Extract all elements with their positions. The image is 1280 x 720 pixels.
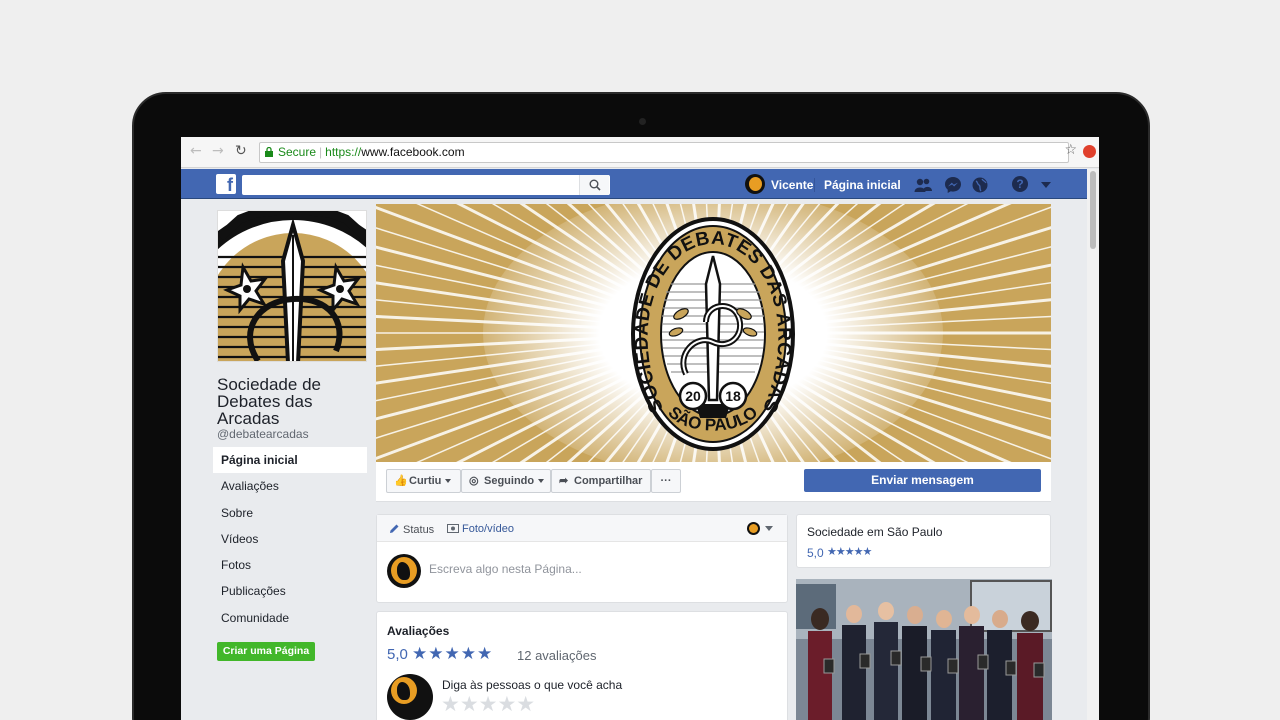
camera [639, 118, 646, 125]
rss-icon: ◎ [469, 475, 479, 487]
page-avatar [387, 554, 421, 588]
thumbs-up-icon: 👍 [394, 475, 408, 487]
cover-emblem-image: 20 18 SOCIEDADE DE DEBATES DAS ARCADAS S… [376, 204, 1051, 462]
location-card: Sociedade em São Paulo 5,0 ★★★★★ [796, 514, 1051, 568]
pencil-icon [390, 524, 399, 533]
search-button[interactable] [579, 175, 609, 195]
rating-stars-input[interactable]: ★★★★★ [441, 692, 535, 716]
cover-photo[interactable]: 20 18 SOCIEDADE DE DEBATES DAS ARCADAS S… [376, 204, 1051, 462]
like-button[interactable]: 👍 Curtiu [386, 469, 461, 493]
url-scheme: https:// [325, 145, 362, 159]
search-input[interactable] [242, 175, 610, 195]
like-label: Curtiu [409, 475, 442, 487]
profile-emblem-image [218, 211, 366, 361]
emblem-year-right: 18 [725, 388, 741, 404]
chevron-down-icon [445, 479, 452, 484]
share-button[interactable]: ➦ Compartilhar [551, 469, 651, 493]
follow-label: Seguindo [484, 475, 535, 487]
nav-item-community[interactable]: Comunidade [213, 605, 367, 631]
account-menu-caret-icon[interactable] [1041, 182, 1051, 188]
help-icon[interactable]: ? [1012, 176, 1028, 192]
extension-icon[interactable] [1083, 145, 1096, 158]
messenger-icon[interactable] [944, 176, 962, 194]
create-page-button[interactable]: Criar uma Página [217, 642, 315, 661]
nav-item-reviews[interactable]: Avaliações [213, 473, 367, 499]
send-message-button[interactable]: Enviar mensagem [804, 469, 1041, 492]
notifications-globe-icon[interactable] [971, 176, 989, 194]
reviewer-avatar [387, 674, 433, 720]
nav-item-home[interactable]: Página inicial [213, 447, 367, 474]
page-scrollbar[interactable] [1087, 169, 1099, 720]
url-host: www.facebook.com [361, 145, 465, 159]
page-nav: Página inicial Avaliações Sobre Vídeos F… [213, 447, 367, 631]
group-photo-image [796, 579, 1052, 720]
location-score: 5,0 [807, 546, 824, 560]
profile-picture[interactable] [217, 210, 367, 362]
facebook-logo-icon[interactable]: f [216, 174, 236, 195]
facebook-header: f Vicente Página inicial ? [181, 169, 1087, 199]
secure-label: Secure [278, 145, 317, 159]
review-prompt: Diga às pessoas o que você acha [442, 678, 623, 692]
nav-item-photos[interactable]: Fotos [213, 552, 367, 578]
chevron-down-icon[interactable] [765, 526, 773, 531]
tab-status-label: Status [403, 524, 435, 536]
user-name-link[interactable]: Vicente [771, 178, 813, 192]
follow-button[interactable]: ◎ Seguindo [461, 469, 551, 493]
browser-toolbar: ← → ↻ Secure | https://www.facebook.com ☆ [181, 137, 1099, 168]
location-stars-icon: ★★★★★ [827, 545, 872, 558]
nav-item-about[interactable]: Sobre [213, 500, 367, 526]
chevron-down-icon [538, 479, 545, 484]
composer-input[interactable]: Escreva algo nesta Página... [429, 562, 582, 576]
search-icon [589, 179, 601, 191]
scrollbar-thumb[interactable] [1090, 171, 1096, 249]
browser-window: ← → ↻ Secure | https://www.facebook.com ☆ … [181, 137, 1099, 720]
home-link[interactable]: Página inicial [824, 178, 901, 192]
reviews-card: Avaliações 5,0 ★★★★★ 12 avaliações Diga … [376, 611, 788, 720]
composer-tabs: Status Foto/vídeo [377, 515, 787, 542]
tab-photo-label: Foto/vídeo [462, 523, 514, 535]
user-avatar[interactable] [745, 174, 765, 194]
forward-icon[interactable]: → [212, 143, 224, 159]
post-as-avatar[interactable] [747, 522, 760, 535]
lock-icon [265, 147, 273, 157]
header-divider [814, 178, 815, 192]
reviews-count-link[interactable]: 12 avaliações [517, 648, 597, 663]
emblem-year-left: 20 [685, 388, 701, 404]
post-composer: Status Foto/vídeo Escreva algo nesta Pág… [376, 514, 788, 603]
more-button[interactable]: ··· [651, 469, 681, 493]
page-actions-bar: 👍 Curtiu ◎ Seguindo ➦ Compartilhar ··· Envi… [376, 462, 1051, 502]
nav-item-posts[interactable]: Publicações [213, 578, 367, 604]
back-icon[interactable]: ← [190, 143, 202, 159]
reviews-stars-icon: ★★★★★ [412, 644, 494, 664]
tab-status[interactable]: Status [389, 523, 434, 536]
share-label: Compartilhar [574, 475, 643, 487]
reload-icon[interactable]: ↻ [235, 143, 247, 159]
address-bar[interactable]: Secure | https://www.facebook.com [259, 142, 1069, 163]
page-title[interactable]: Sociedade de Debates das Arcadas [217, 376, 367, 427]
page-handle[interactable]: @debatearcadas [217, 427, 309, 441]
camera-icon [447, 524, 459, 533]
share-arrow-icon: ➦ [559, 475, 569, 487]
bookmark-star-icon[interactable]: ☆ [1064, 142, 1077, 158]
reviews-title: Avaliações [387, 624, 450, 638]
reviews-score: 5,0 [387, 646, 408, 663]
friend-requests-icon[interactable] [914, 176, 932, 194]
group-photo[interactable] [796, 579, 1052, 720]
tab-photo-video[interactable]: Foto/vídeo [447, 523, 514, 535]
location-title[interactable]: Sociedade em São Paulo [807, 525, 942, 539]
nav-item-videos[interactable]: Vídeos [213, 526, 367, 552]
